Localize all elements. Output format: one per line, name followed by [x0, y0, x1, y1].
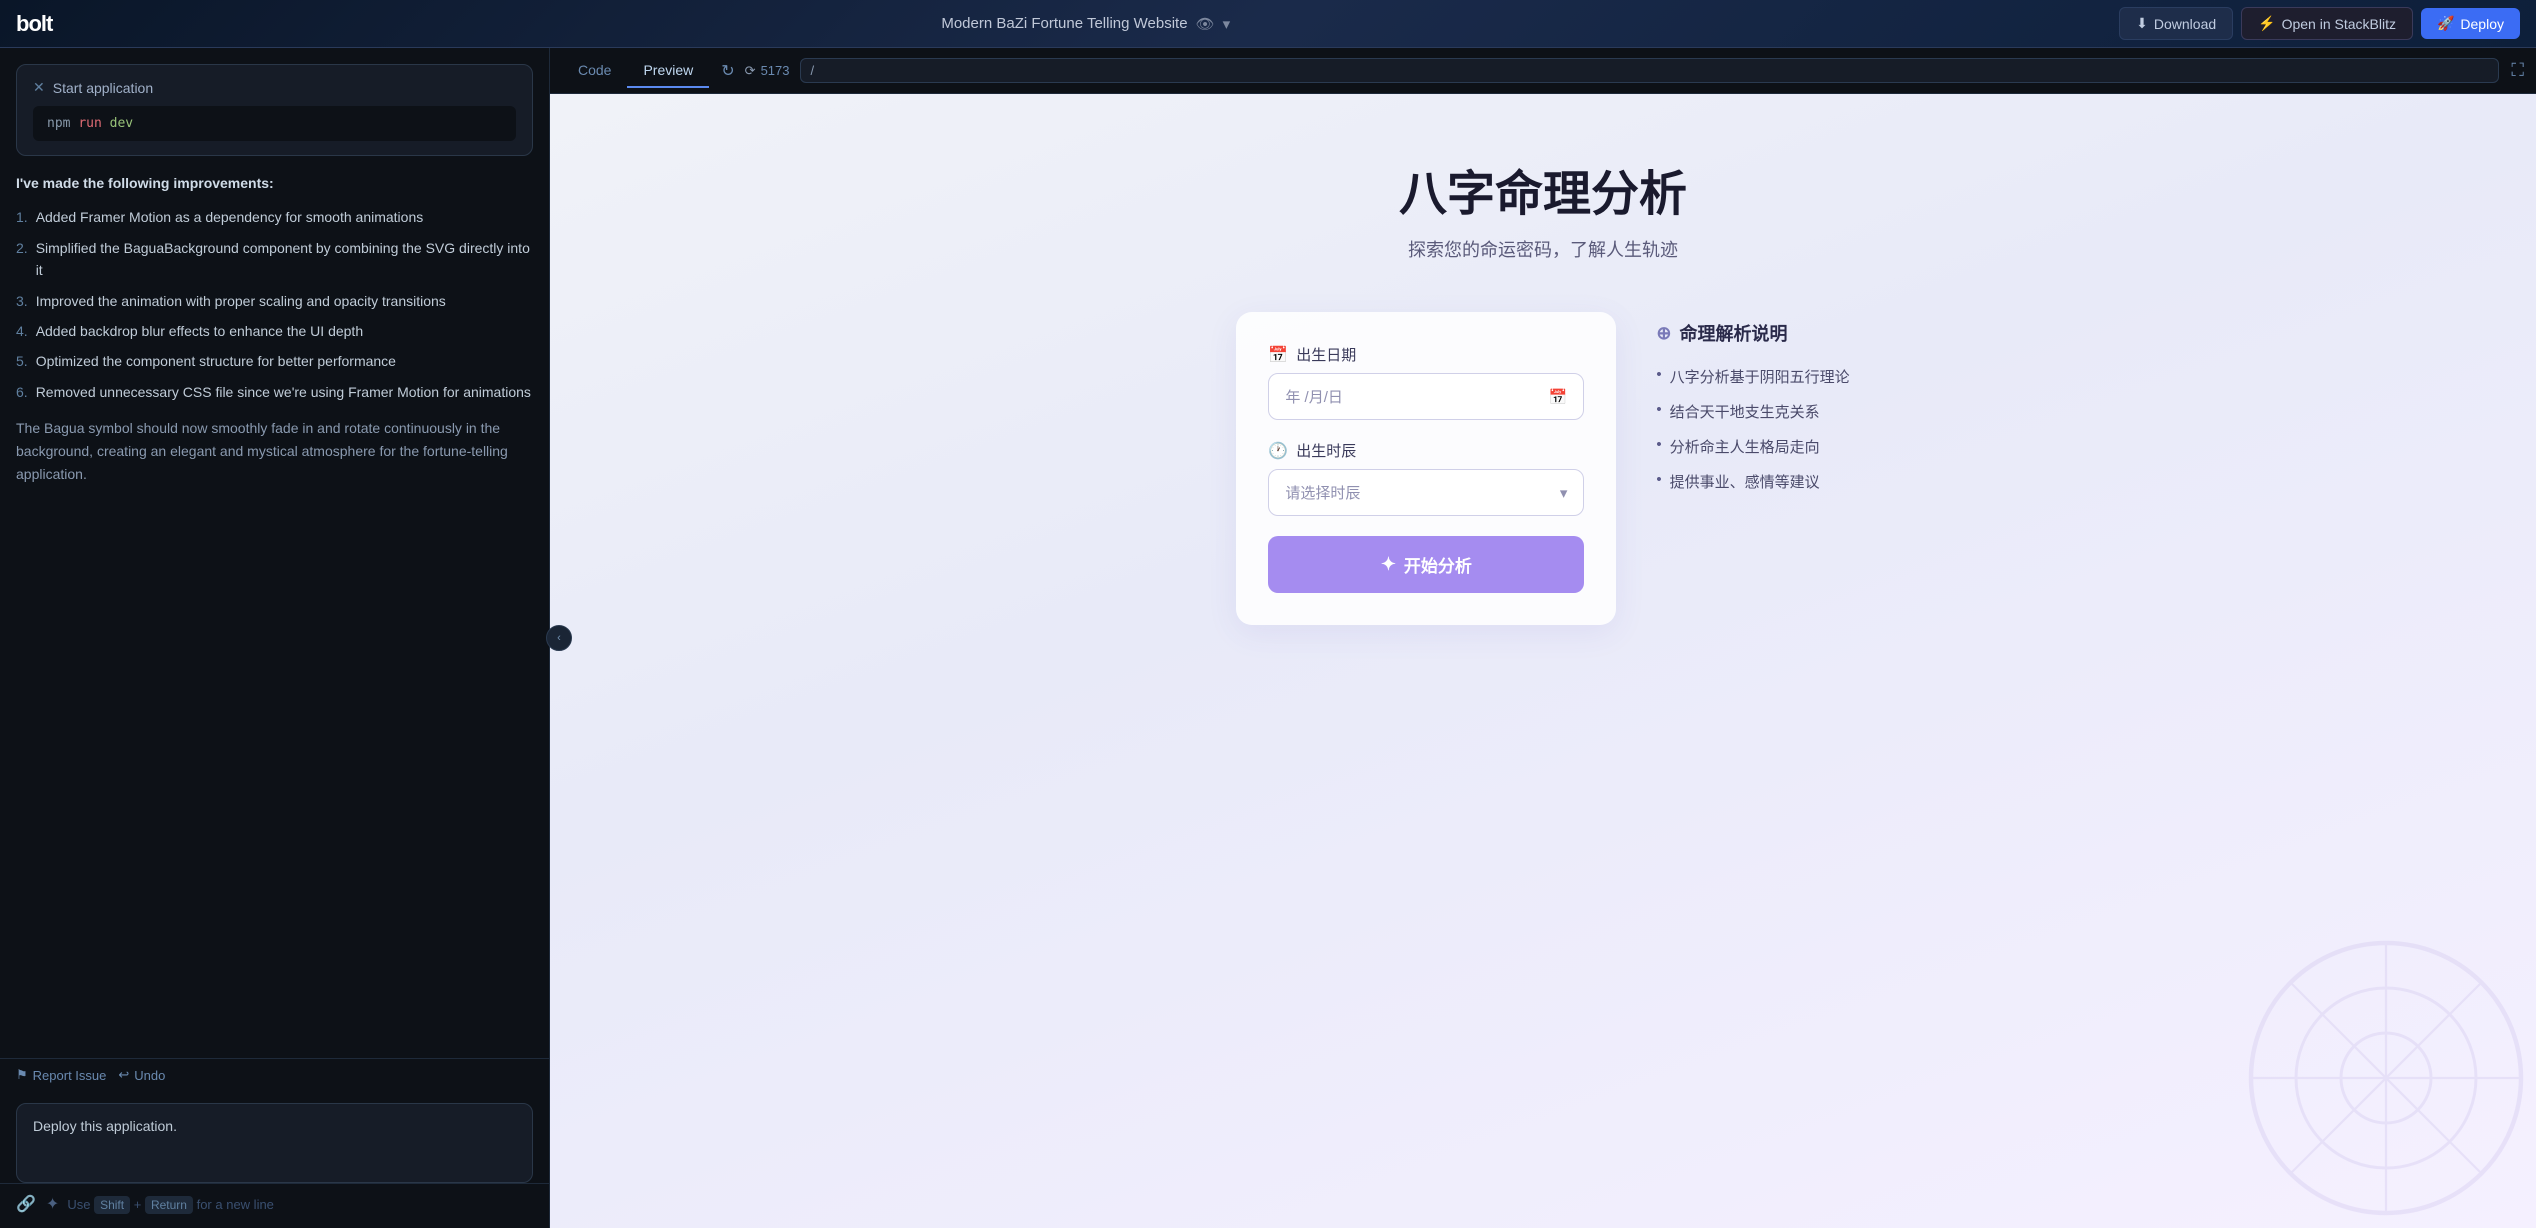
calendar-icon: 📅 — [1268, 345, 1288, 365]
project-title: Modern BaZi Fortune Telling Website — [941, 15, 1187, 32]
fortune-title: 八字命理分析 — [1093, 154, 1993, 224]
date-field: 📅 出生日期 年 /月/日 📅 — [1268, 344, 1584, 420]
report-issue-link[interactable]: ⚑ Report Issue — [16, 1067, 106, 1083]
topbar-center: Modern BaZi Fortune Telling Website 👁 ▾ — [941, 15, 1230, 33]
fortune-site: 八字命理分析 探索您的命运密码，了解人生轨迹 📅 出生日期 年 /月/日 — [1093, 154, 1993, 625]
bolt-token-icon: ⟳ — [745, 63, 756, 79]
date-input[interactable]: 年 /月/日 📅 — [1268, 373, 1584, 420]
list-item: 4.Added backdrop blur effects to enhance… — [16, 320, 533, 342]
start-app-box: ✕ Start application npm run dev — [16, 64, 533, 156]
start-app-header: ✕ Start application — [33, 79, 516, 96]
cmd-prefix: npm — [47, 116, 78, 131]
description-text: The Bagua symbol should now smoothly fad… — [16, 417, 533, 486]
stackblitz-button[interactable]: ⚡ Open in StackBlitz — [2241, 7, 2413, 40]
flag-icon: ⚑ — [16, 1067, 28, 1083]
time-label: 🕐 出生时辰 — [1268, 440, 1584, 461]
time-field: 🕐 出生时辰 请选择时辰 ▾ — [1268, 440, 1584, 516]
topbar-actions: ⬇ Download ⚡ Open in StackBlitz 🚀 Deploy — [2119, 7, 2520, 40]
left-panel: ✕ Start application npm run dev I've mad… — [0, 48, 550, 1228]
close-icon[interactable]: ✕ — [33, 79, 45, 96]
download-icon: ⬇ — [2136, 15, 2148, 32]
analyze-button[interactable]: ✦ 开始分析 — [1268, 536, 1584, 593]
right-panel: Code Preview ↻ ⟳ 5173 / ⛶ 八字命理分析 探索您的命运密… — [550, 48, 2536, 1228]
list-item: 5.Optimized the component structure for … — [16, 350, 533, 372]
logo-area: bolt — [16, 11, 52, 37]
tab-code[interactable]: Code — [562, 54, 627, 88]
info-icon: ⊕ — [1656, 323, 1671, 344]
improvements-title: I've made the following improvements: — [16, 172, 533, 194]
date-input-placeholder: 年 /月/日 — [1285, 386, 1343, 407]
chat-content: I've made the following improvements: 1.… — [0, 156, 549, 1058]
input-hint: Use Shift + Return for a new line — [67, 1197, 533, 1212]
deploy-box: Deploy this application. — [16, 1103, 533, 1183]
list-item: 6.Removed unnecessary CSS file since we'… — [16, 381, 533, 403]
cmd-dev: dev — [110, 116, 133, 131]
fortune-form-card: 📅 出生日期 年 /月/日 📅 🕐 出生时辰 — [1236, 312, 1616, 625]
bolt-logo: bolt — [16, 11, 52, 37]
start-app-title: Start application — [53, 80, 153, 96]
list-item: 2.Simplified the BaguaBackground compone… — [16, 237, 533, 282]
token-count: 5173 — [761, 63, 790, 78]
time-select[interactable]: 请选择时辰 ▾ — [1268, 469, 1584, 516]
visibility-icon[interactable]: 👁 — [1196, 15, 1215, 33]
fortune-main: 📅 出生日期 年 /月/日 📅 🕐 出生时辰 — [1093, 312, 1993, 625]
preview-addressbar: ↻ ⟳ 5173 / — [721, 58, 2499, 83]
topbar: bolt Modern BaZi Fortune Telling Website… — [0, 0, 2536, 48]
download-button[interactable]: ⬇ Download — [2119, 7, 2233, 40]
rocket-icon: 🚀 — [2437, 15, 2454, 32]
calendar-input-icon: 📅 — [1549, 388, 1568, 406]
cmd-run: run — [78, 116, 109, 131]
select-chevron-icon: ▾ — [1560, 484, 1568, 502]
bagua-decoration — [2236, 928, 2536, 1228]
analyze-sparkle-icon: ✦ — [1381, 554, 1396, 575]
info-item-2: • 结合天干地支生克关系 — [1656, 401, 1849, 422]
url-bar[interactable]: / — [800, 58, 2500, 83]
improvements-list: 1.Added Framer Motion as a dependency fo… — [16, 206, 533, 403]
undo-icon: ↩ — [118, 1067, 129, 1083]
date-label: 📅 出生日期 — [1268, 344, 1584, 365]
chat-actions: ⚑ Report Issue ↩ Undo — [0, 1058, 549, 1091]
stackblitz-icon: ⚡ — [2258, 15, 2275, 32]
sparkle-icon[interactable]: ✦ — [46, 1194, 59, 1214]
info-title: ⊕ 命理解析说明 — [1656, 320, 1849, 346]
tab-preview[interactable]: Preview — [627, 54, 709, 88]
fortune-info: ⊕ 命理解析说明 • 八字分析基于阴阳五行理论 • 结合天干地支生克关系 • — [1656, 312, 1849, 514]
deploy-text: Deploy this application. — [33, 1118, 516, 1134]
preview-content: 八字命理分析 探索您的命运密码，了解人生轨迹 📅 出生日期 年 /月/日 — [550, 94, 2536, 1228]
input-icons: 🔗 ✦ — [16, 1194, 59, 1214]
preview-toolbar: Code Preview ↻ ⟳ 5173 / ⛶ — [550, 48, 2536, 94]
panel-wrapper: ✕ Start application npm run dev I've mad… — [0, 48, 2536, 1228]
clock-icon: 🕐 — [1268, 441, 1288, 461]
fortune-subtitle: 探索您的命运密码，了解人生轨迹 — [1093, 236, 1993, 262]
collapse-panel-button[interactable]: ‹ — [546, 625, 572, 651]
refresh-button[interactable]: ↻ — [721, 61, 734, 81]
input-area: 🔗 ✦ Use Shift + Return for a new line — [0, 1183, 549, 1228]
link-icon[interactable]: 🔗 — [16, 1194, 36, 1214]
token-badge: ⟳ 5173 — [745, 63, 790, 79]
list-item: 3.Improved the animation with proper sca… — [16, 290, 533, 312]
info-item-1: • 八字分析基于阴阳五行理论 — [1656, 366, 1849, 387]
info-item-4: • 提供事业、感情等建议 — [1656, 471, 1849, 492]
list-item: 1.Added Framer Motion as a dependency fo… — [16, 206, 533, 228]
expand-button[interactable]: ⛶ — [2511, 60, 2524, 81]
chevron-down-icon[interactable]: ▾ — [1223, 15, 1231, 33]
deploy-button[interactable]: 🚀 Deploy — [2421, 8, 2520, 39]
undo-link[interactable]: ↩ Undo — [118, 1067, 165, 1083]
info-item-3: • 分析命主人生格局走向 — [1656, 436, 1849, 457]
code-block: npm run dev — [33, 106, 516, 141]
